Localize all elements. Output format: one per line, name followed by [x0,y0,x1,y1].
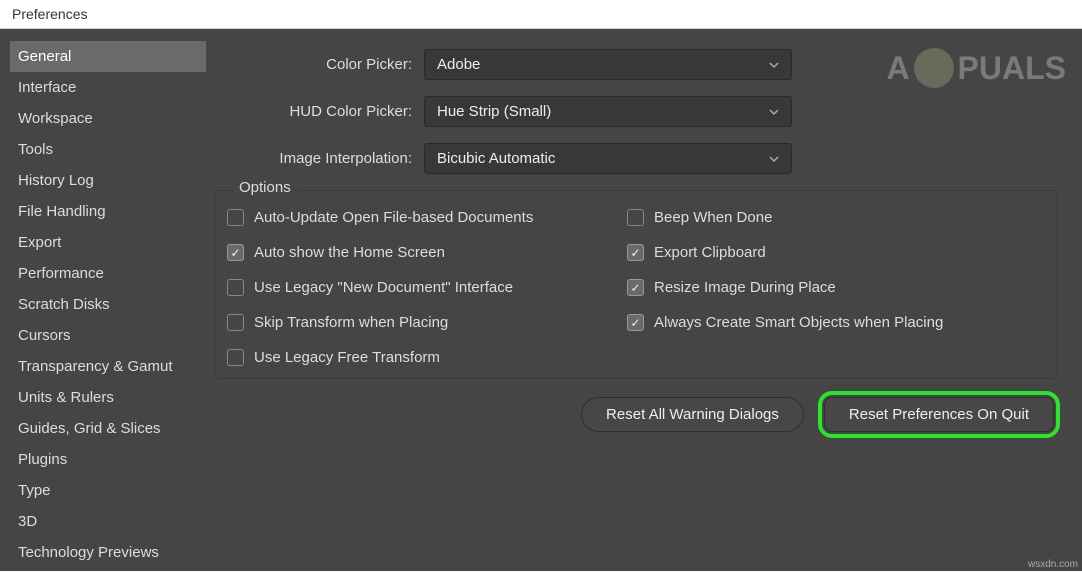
attribution-text: wsxdn.com [1028,559,1078,570]
image-interpolation-label: Image Interpolation: [214,150,424,167]
checkbox-export-clipboard[interactable]: ✓ Export Clipboard [627,244,1027,261]
sidebar-item-scratch-disks[interactable]: Scratch Disks [10,289,206,320]
color-picker-dropdown[interactable]: Adobe [424,49,792,80]
sidebar-item-label: Technology Previews [18,544,159,561]
watermark-icon [914,48,954,88]
checkbox-smart-objects-placing[interactable]: ✓ Always Create Smart Objects when Placi… [627,314,1027,331]
checkbox-beep-when-done[interactable]: Beep When Done [627,209,1027,226]
content-panel: Color Picker: Adobe HUD Color Picker: Hu… [206,41,1082,571]
sidebar-item-export[interactable]: Export [10,227,206,258]
color-picker-label: Color Picker: [214,56,424,73]
hud-color-picker-label: HUD Color Picker: [214,103,424,120]
checkbox-box[interactable]: ✓ [627,314,644,331]
sidebar-item-label: Tools [18,141,53,158]
chevron-down-icon [769,107,779,117]
checkmark-icon: ✓ [230,247,240,259]
checkbox-box[interactable]: ✓ [227,244,244,261]
checkbox-auto-show-home[interactable]: ✓ Auto show the Home Screen [227,244,627,261]
sidebar-item-history-log[interactable]: History Log [10,165,206,196]
options-grid: Auto-Update Open File-based Documents Be… [227,209,1045,366]
options-legend: Options [233,179,297,196]
sidebar-item-type[interactable]: Type [10,475,206,506]
checkbox-box[interactable] [227,209,244,226]
checkbox-label: Always Create Smart Objects when Placing [654,314,943,331]
sidebar-item-performance[interactable]: Performance [10,258,206,289]
checkbox-resize-image-place[interactable]: ✓ Resize Image During Place [627,279,1027,296]
sidebar-item-label: Guides, Grid & Slices [18,420,161,437]
sidebar-item-label: Workspace [18,110,93,127]
sidebar-item-label: Export [18,234,61,251]
checkbox-box[interactable] [227,279,244,296]
checkbox-label: Skip Transform when Placing [254,314,448,331]
color-picker-value: Adobe [437,56,480,73]
form-row-image-interpolation: Image Interpolation: Bicubic Automatic [214,143,1074,174]
hud-color-picker-dropdown[interactable]: Hue Strip (Small) [424,96,792,127]
checkbox-skip-transform[interactable]: Skip Transform when Placing [227,314,627,331]
button-row: Reset All Warning Dialogs Reset Preferen… [214,397,1074,432]
chevron-down-icon [769,60,779,70]
sidebar-item-label: 3D [18,513,37,530]
checkbox-legacy-new-doc[interactable]: Use Legacy "New Document" Interface [227,279,627,296]
sidebar-item-transparency-gamut[interactable]: Transparency & Gamut [10,351,206,382]
checkbox-label: Auto-Update Open File-based Documents [254,209,533,226]
sidebar-item-label: File Handling [18,203,106,220]
sidebar-item-plugins[interactable]: Plugins [10,444,206,475]
sidebar-item-3d[interactable]: 3D [10,506,206,537]
sidebar-item-label: Scratch Disks [18,296,110,313]
watermark-text-left: A [886,50,909,87]
hud-color-picker-value: Hue Strip (Small) [437,103,551,120]
checkbox-box[interactable] [627,209,644,226]
sidebar-item-guides-grid-slices[interactable]: Guides, Grid & Slices [10,413,206,444]
sidebar-item-label: Interface [18,79,76,96]
sidebar-item-label: General [18,48,71,65]
window-title: Preferences [12,6,87,22]
checkbox-box[interactable] [227,314,244,331]
image-interpolation-dropdown[interactable]: Bicubic Automatic [424,143,792,174]
sidebar-item-label: Type [18,482,51,499]
watermark-logo: A PUALS [886,48,1066,88]
chevron-down-icon [769,154,779,164]
sidebar-item-label: Units & Rulers [18,389,114,406]
checkmark-icon: ✓ [630,282,640,294]
sidebar-item-label: Performance [18,265,104,282]
checkbox-label: Export Clipboard [654,244,766,261]
sidebar-item-interface[interactable]: Interface [10,72,206,103]
options-fieldset: Options Auto-Update Open File-based Docu… [214,190,1058,379]
sidebar-item-technology-previews[interactable]: Technology Previews [10,537,206,568]
checkbox-box[interactable]: ✓ [627,279,644,296]
checkbox-legacy-free-transform[interactable]: Use Legacy Free Transform [227,349,627,366]
image-interpolation-value: Bicubic Automatic [437,150,555,167]
reset-warnings-button[interactable]: Reset All Warning Dialogs [581,397,804,432]
checkbox-label: Auto show the Home Screen [254,244,445,261]
sidebar-item-units-rulers[interactable]: Units & Rulers [10,382,206,413]
checkbox-label: Use Legacy Free Transform [254,349,440,366]
checkbox-box[interactable]: ✓ [627,244,644,261]
checkmark-icon: ✓ [630,247,640,259]
sidebar-item-file-handling[interactable]: File Handling [10,196,206,227]
sidebar-item-label: Transparency & Gamut [18,358,173,375]
sidebar-item-label: History Log [18,172,94,189]
sidebar-item-general[interactable]: General [10,41,206,72]
sidebar-item-label: Plugins [18,451,67,468]
reset-preferences-button[interactable]: Reset Preferences On Quit [824,397,1054,432]
title-bar: Preferences [0,0,1082,29]
sidebar-item-cursors[interactable]: Cursors [10,320,206,351]
sidebar-item-label: Cursors [18,327,71,344]
form-row-hud-color-picker: HUD Color Picker: Hue Strip (Small) [214,96,1074,127]
checkbox-label: Resize Image During Place [654,279,836,296]
checkmark-icon: ✓ [630,317,640,329]
sidebar-item-workspace[interactable]: Workspace [10,103,206,134]
checkbox-auto-update-docs[interactable]: Auto-Update Open File-based Documents [227,209,627,226]
sidebar: General Interface Workspace Tools Histor… [0,41,206,571]
main-area: General Interface Workspace Tools Histor… [0,29,1082,571]
watermark-text-right: PUALS [958,50,1066,87]
checkbox-label: Beep When Done [654,209,772,226]
checkbox-label: Use Legacy "New Document" Interface [254,279,513,296]
checkbox-box[interactable] [227,349,244,366]
sidebar-item-tools[interactable]: Tools [10,134,206,165]
